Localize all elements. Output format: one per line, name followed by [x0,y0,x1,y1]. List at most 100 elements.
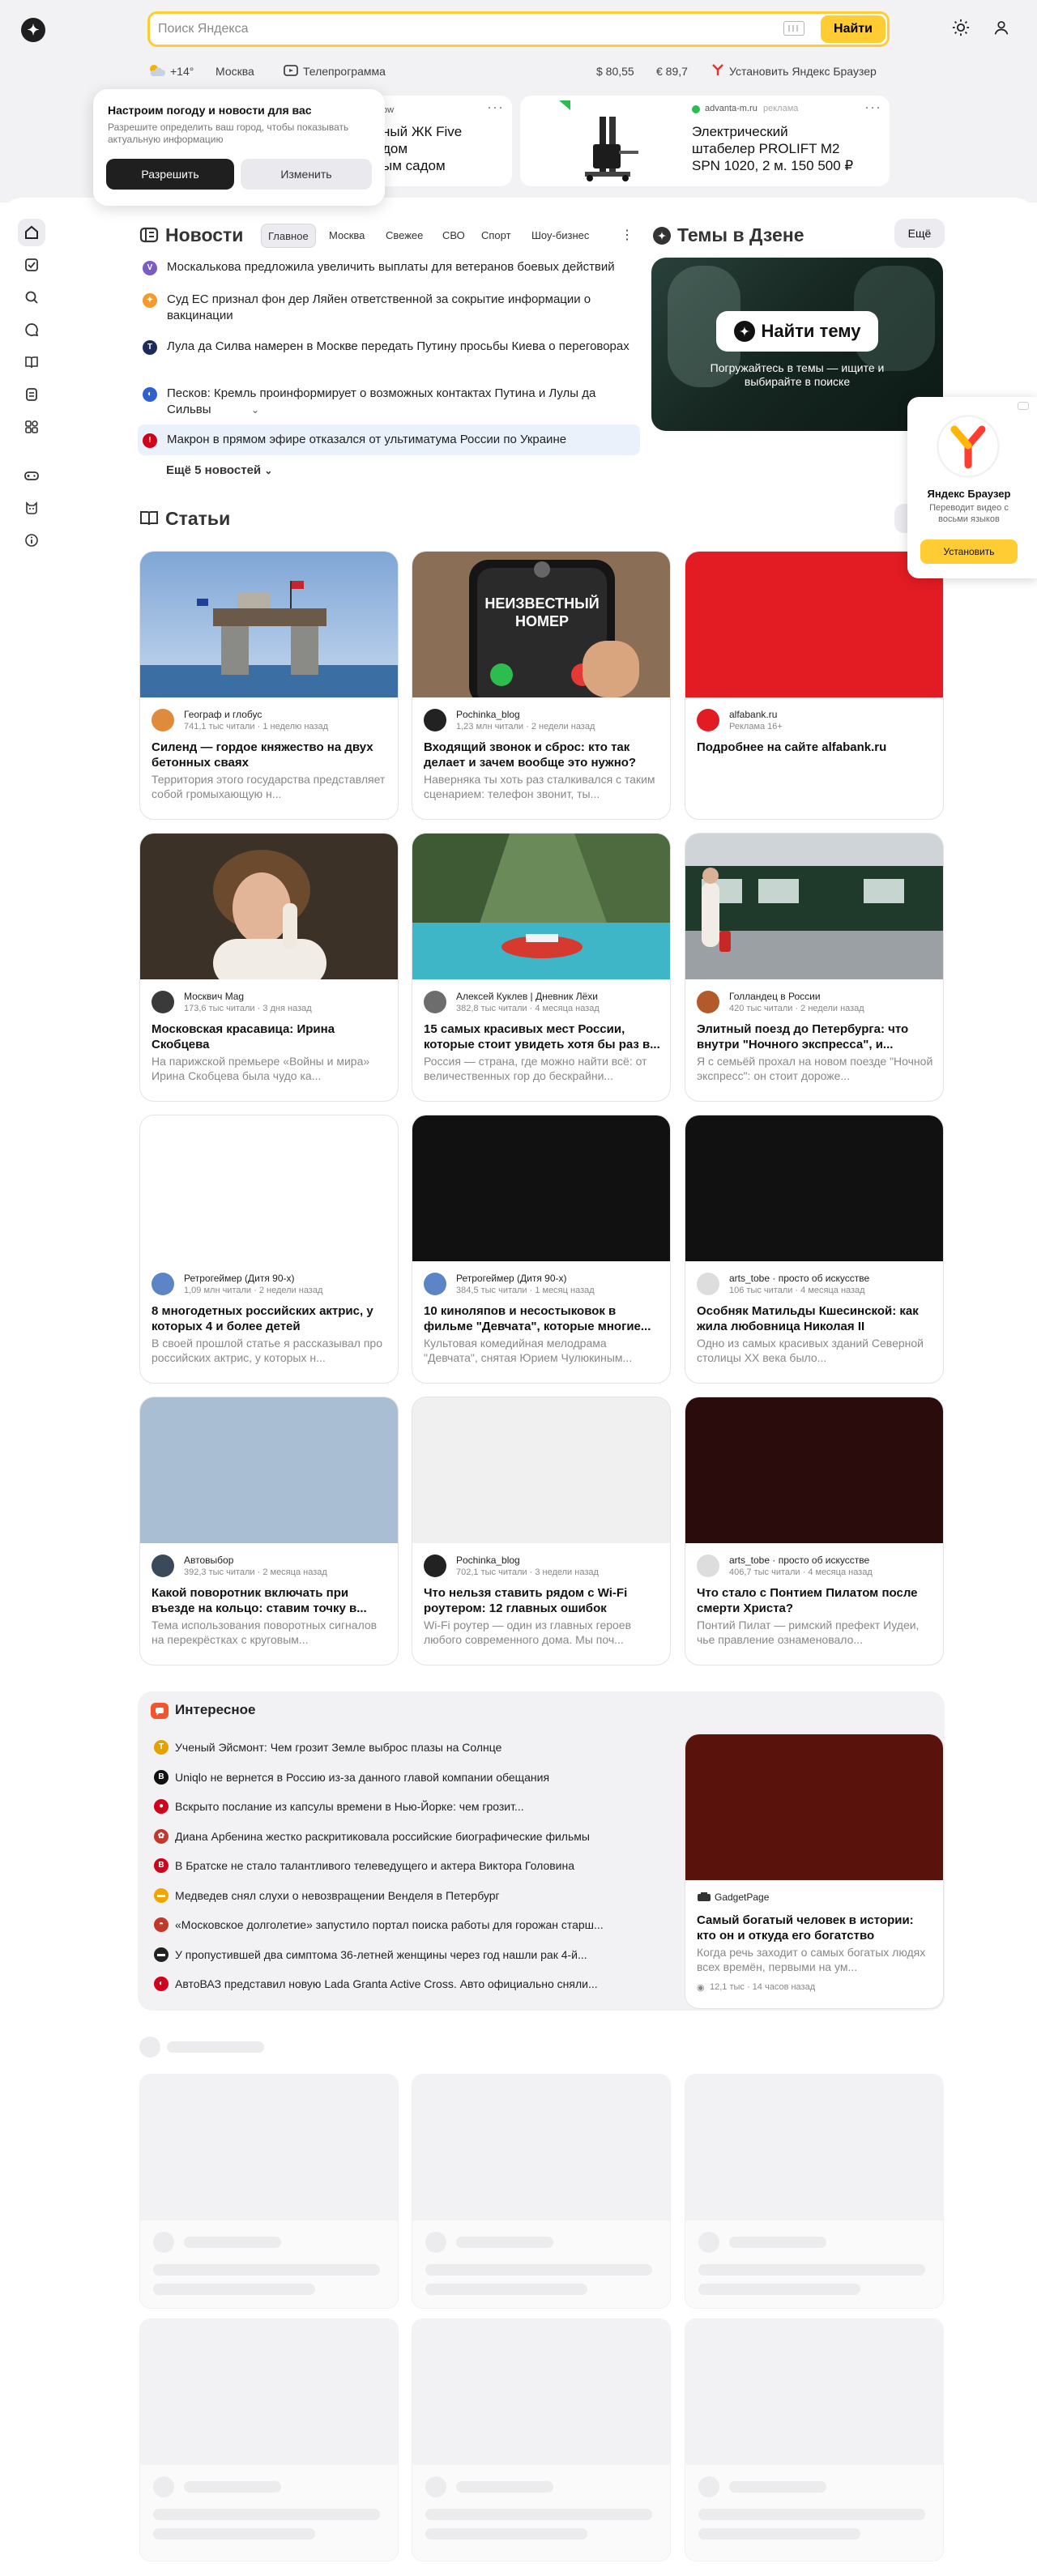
install-browser-link[interactable]: Установить Яндекс Браузер [729,65,877,78]
tab-sport[interactable]: Спорт [475,224,518,248]
article-card[interactable]: alfabank.ru Реклама 16+ Подробнее на сайте… [685,551,944,820]
ad-more-icon[interactable]: ··· [487,99,504,116]
search-button[interactable]: Найти [821,15,886,43]
theme-sun-icon[interactable] [950,16,972,39]
interesting-item[interactable]: Т Ученый Эйсмонт: Чем грозит Земле выброс… [151,1740,645,1756]
interesting-item[interactable]: B Uniqlo не вернется в Россию из-за данно… [151,1769,645,1786]
keyboard-icon[interactable] [783,21,804,36]
messenger-icon[interactable] [18,316,45,343]
more-news-link[interactable]: Ещё 5 новостей ⌄ [166,463,272,477]
search-input[interactable] [158,20,774,38]
article-author[interactable]: Автовыбор [184,1555,233,1566]
interesting-item[interactable]: ✿ Диана Арбенина жестко раскритиковала ро… [151,1828,645,1845]
article-card[interactable]: Голландец в России 420 тыс читали · 2 нед… [685,833,944,1102]
interesting-item[interactable]: ◐ АвтоВАЗ представил новую Lada Granta Ac… [151,1977,645,1993]
news-item[interactable]: ◐ Песков: Кремль проинформирует о возмож… [138,386,640,420]
wallet-icon[interactable] [18,381,45,408]
interesting-item[interactable]: ▬ Медведев снял слухи о невозвращении Вен… [151,1887,645,1904]
article-card[interactable]: arts_tobe · просто об искусстве 106 тыс ч… [685,1115,944,1384]
author-avatar[interactable] [697,991,719,1013]
article-author[interactable]: Ретрогеймер (Дитя 90-х) [456,1273,567,1284]
news-title[interactable]: Новости [165,224,243,246]
news-item[interactable]: Т Лула да Силва намерен в Москве передат… [138,339,640,373]
ad-more-icon[interactable]: ··· [864,99,881,116]
news-item[interactable]: V Москалькова предложила увеличить выпла… [138,259,640,277]
article-card[interactable]: Москвич Mag 173,6 тыс читали · 3 дня наза… [139,833,399,1102]
tasks-icon[interactable] [18,251,45,279]
articles-title[interactable]: Статьи [165,508,230,530]
ad-card-stacker[interactable]: advanta-m.ru реклама ··· Электрический ш… [520,96,890,186]
article-author[interactable]: Pochinka_blog [456,1555,520,1566]
interesting-article-card[interactable]: GadgetPage Самый богатый человек в истор… [685,1734,944,2009]
find-topic-button[interactable]: Найти тему [716,311,878,352]
tab-moscow[interactable]: Москва [322,224,371,248]
article-author[interactable]: GadgetPage [715,1891,769,1903]
yandex-logo-icon[interactable]: ✦ [21,18,45,42]
article-author[interactable]: arts_tobe · просто об искусстве [729,1273,869,1284]
books-icon[interactable] [18,348,45,376]
interesting-item[interactable]: ▬ У пропустившей два симптома 36-летней ж… [151,1947,645,1964]
tabs-more-icon[interactable]: ⋮ [614,224,640,248]
tab-fresh[interactable]: Свежее [379,224,429,248]
article-card[interactable]: Pochinka_blog 702,1 тыс читали · 3 недели… [412,1397,671,1665]
kids-icon[interactable] [18,494,45,522]
article-card[interactable]: Географ и глобус 741,1 тыс читали · 1 нед… [139,551,399,820]
tab-svo[interactable]: СВО [436,224,472,248]
usd-rate[interactable]: $ 80,55 [596,65,634,78]
article-card[interactable]: arts_tobe · просто об искусстве 406,7 тыс… [685,1397,944,1665]
tv-program-link[interactable]: Телепрограмма [303,65,386,78]
article-meta: 382,8 тыс читали · 4 месяца назад [456,1004,600,1013]
news-item[interactable]: ✦ Суд ЕС признал фон дер Ляйен ответстве… [138,292,640,326]
dzen-title[interactable]: Темы в Дзене [677,224,804,246]
author-avatar[interactable] [697,1555,719,1577]
author-avatar[interactable] [151,1273,174,1295]
article-card[interactable]: НЕИЗВЕСТНЫЙ НОМЕР Pochinka_blog 1,23 млн чи… [412,551,671,820]
install-button[interactable]: Установить [920,540,1018,564]
profile-icon[interactable] [990,16,1013,39]
author-avatar[interactable] [697,709,719,731]
weather-temp[interactable]: +14° [170,65,194,78]
news-item[interactable]: ! Макрон в прямом эфире отказался от уль… [138,432,640,450]
article-card[interactable]: Ретрогеймер (Дитя 90-х) 384,5 тыс читали … [412,1115,671,1384]
article-author[interactable]: Географ и глобус [184,709,262,720]
expand-chevron-icon[interactable]: ⌄ [251,402,259,418]
article-author[interactable]: Алексей Куклев | Дневник Лёхи [456,991,598,1002]
author-avatar[interactable] [424,1555,446,1577]
info-icon[interactable] [18,527,45,554]
weather-icon[interactable] [147,63,165,80]
author-avatar[interactable] [151,991,174,1013]
author-avatar[interactable] [424,709,446,731]
article-author[interactable]: alfabank.ru [729,709,777,720]
change-button[interactable]: Изменить [241,159,372,190]
article-author[interactable]: Pochinka_blog [456,709,520,720]
interesting-item[interactable]: ◓ «Московское долголетие» запустило порта… [151,1917,645,1934]
svg-text:НЕИЗВЕСТНЫЙ: НЕИЗВЕСТНЫЙ [484,595,599,612]
city-link[interactable]: Москва [216,65,254,78]
dzen-topic-card[interactable]: Найти тему Погружайтесь в темы — ищите и… [651,258,943,431]
tab-showbiz[interactable]: Шоу-бизнес [525,224,595,248]
interesting-item[interactable]: B В Братске не стало талантливого телевед… [151,1858,645,1874]
dzen-more-button[interactable]: Ещё [894,219,945,248]
promo-close-icon[interactable] [1018,402,1029,410]
author-avatar[interactable] [151,709,174,731]
article-card[interactable]: Автовыбор 392,3 тыс читали · 2 месяца наз… [139,1397,399,1665]
games-icon[interactable] [18,462,45,489]
search-icon[interactable] [18,284,45,311]
allow-button[interactable]: Разрешить [106,159,234,190]
article-author[interactable]: Москвич Mag [184,991,244,1002]
author-avatar[interactable] [151,1555,174,1577]
home-icon[interactable] [18,219,45,246]
article-card[interactable]: Ретрогеймер (Дитя 90-х) 1,09 млн читали ·… [139,1115,399,1384]
interesting-item[interactable]: ● Вскрыто послание из капсулы времени в Н… [151,1799,645,1815]
author-avatar[interactable] [424,1273,446,1295]
services-icon[interactable] [18,413,45,441]
author-avatar[interactable] [424,991,446,1013]
interesting-title[interactable]: Интересное [175,1702,255,1718]
tab-main[interactable]: Главное [261,224,316,248]
article-author[interactable]: Голландец в России [729,991,821,1002]
article-card[interactable]: Алексей Куклев | Дневник Лёхи 382,8 тыс ч… [412,833,671,1102]
article-author[interactable]: arts_tobe · просто об искусстве [729,1555,869,1566]
author-avatar[interactable] [697,1273,719,1295]
article-author[interactable]: Ретрогеймер (Дитя 90-х) [184,1273,295,1284]
eur-rate[interactable]: € 89,7 [656,65,688,78]
